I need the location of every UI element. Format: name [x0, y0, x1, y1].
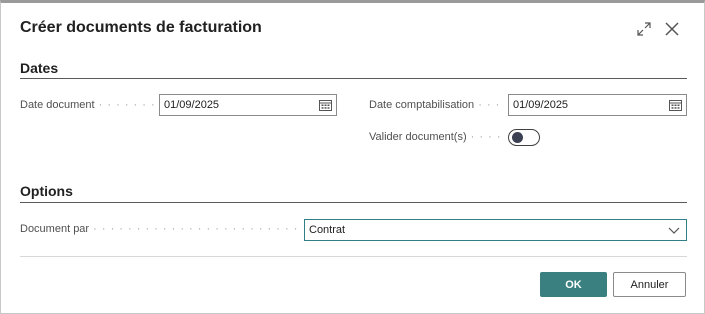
- section-divider: [20, 78, 687, 79]
- document-date-label: Date document: [20, 99, 155, 111]
- posting-date-label: Date comptabilisation: [369, 99, 504, 111]
- calendar-icon[interactable]: [319, 99, 332, 111]
- footer-divider: [20, 256, 687, 257]
- dialog-title: Créer documents de facturation: [20, 19, 262, 36]
- ok-button[interactable]: OK: [540, 272, 607, 297]
- close-icon[interactable]: [663, 20, 681, 38]
- post-documents-toggle[interactable]: [508, 129, 540, 146]
- posting-date-value: 01/09/2025: [513, 99, 569, 111]
- create-billing-documents-dialog: Créer documents de facturation Dates Dat…: [0, 0, 705, 314]
- document-per-label: Document par: [20, 223, 300, 235]
- document-date-value: 01/09/2025: [164, 99, 220, 111]
- document-date-field[interactable]: 01/09/2025: [159, 94, 337, 116]
- chevron-down-icon: [668, 227, 680, 234]
- section-title-options: Options: [20, 183, 73, 199]
- cancel-button[interactable]: Annuler: [613, 272, 686, 297]
- document-per-value: Contrat: [309, 224, 346, 236]
- calendar-icon[interactable]: [669, 99, 682, 111]
- expand-icon[interactable]: [635, 20, 653, 38]
- posting-date-field[interactable]: 01/09/2025: [508, 94, 687, 116]
- post-documents-label: Valider document(s): [369, 131, 504, 143]
- section-divider: [20, 202, 687, 203]
- section-title-dates: Dates: [20, 60, 59, 76]
- toggle-knob: [512, 132, 523, 143]
- document-per-select[interactable]: Contrat: [304, 219, 687, 241]
